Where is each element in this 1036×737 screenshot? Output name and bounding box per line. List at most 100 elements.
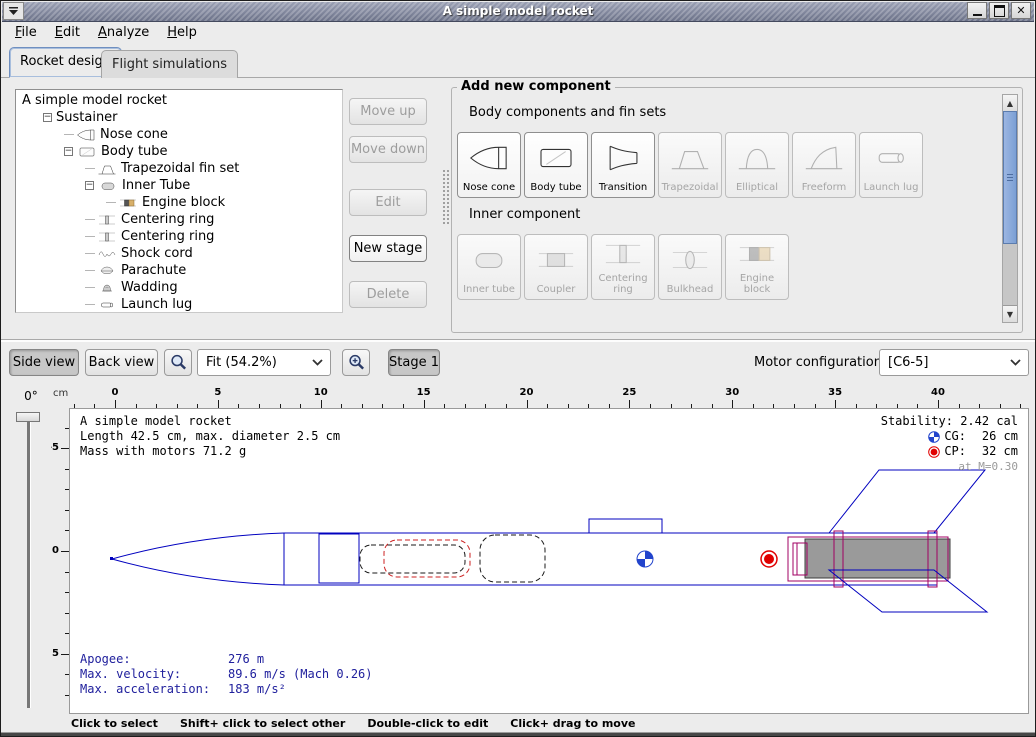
tree-item-label: Engine block [142, 195, 225, 210]
v-ruler-label: -5 [51, 442, 59, 453]
tree-item-engine-block[interactable]: Engine block [16, 194, 342, 211]
title-bar[interactable]: A simple model rocket ✕ [2, 2, 1034, 22]
cg-row: CG: 26 cm [881, 429, 1018, 444]
v-ruler-label: 0 [52, 545, 59, 556]
cp-symbol [761, 551, 777, 567]
tree-item-launch-lug[interactable]: Launch lug [16, 296, 342, 313]
component-freeform-button: Freeform [792, 132, 856, 198]
tab-flight-simulations[interactable]: Flight simulations [101, 50, 238, 78]
menu-file[interactable]: File [6, 23, 46, 42]
nose-shoulder-outline[interactable] [319, 534, 359, 583]
nose-cone-outline[interactable] [110, 533, 284, 585]
component-transition-button[interactable]: Transition [591, 132, 655, 198]
wadding-outline[interactable] [480, 535, 545, 582]
tree-item-sustainer[interactable]: −Sustainer [16, 109, 342, 126]
component-button-label: Coupler [537, 284, 576, 295]
status-hint: Click+ drag to move [510, 717, 635, 730]
menu-bar: FileEditAnalyzeHelp [2, 21, 1034, 43]
tree-item-wadding[interactable]: Wadding [16, 279, 342, 296]
menu-edit[interactable]: Edit [46, 23, 89, 42]
expander-minus-icon[interactable]: − [85, 181, 94, 190]
tree-item-label: Parachute [121, 263, 186, 278]
stage-1-toggle[interactable]: Stage 1 [388, 349, 440, 376]
fin-free-icon [793, 133, 855, 182]
cg-symbol [637, 551, 653, 567]
component-bulkhead-button: Bulkhead [658, 234, 722, 300]
h-ruler-label: 25 [622, 387, 636, 398]
zoom-level-combobox[interactable]: Fit (54.2%) [197, 349, 331, 376]
minimize-button[interactable] [967, 2, 987, 19]
menu-analyze[interactable]: Analyze [89, 23, 158, 42]
component-nose-cone-button[interactable]: Nose cone [457, 132, 521, 198]
launch-lug-outline[interactable] [589, 519, 662, 533]
rotation-slider-handle[interactable] [16, 412, 40, 422]
fin-top-outline[interactable] [829, 470, 985, 533]
split-pane-handle[interactable] [442, 169, 450, 225]
tree-item-parachute[interactable]: Parachute [16, 262, 342, 279]
app-window: A simple model rocket ✕ FileEditAnalyzeH… [0, 0, 1036, 737]
tree-item-body-tube[interactable]: −Body tube [16, 143, 342, 160]
nose-cone-icon [76, 128, 96, 142]
shock-cord-outline[interactable] [360, 545, 465, 573]
tree-item-centering-ring[interactable]: Centering ring [16, 228, 342, 245]
component-inner-tube-button: Inner tube [457, 234, 521, 300]
rotation-angle-label: 0° [17, 389, 45, 403]
maximize-button[interactable] [989, 2, 1009, 19]
tree-item-label: Launch lug [121, 297, 192, 312]
inner-component-label: Inner component [469, 207, 580, 222]
tree-item-trapezoidal-fin-set[interactable]: Trapezoidal fin set [16, 160, 342, 177]
tree-item-label: A simple model rocket [22, 93, 167, 108]
scrollbar-thumb[interactable] [1003, 111, 1017, 244]
close-button[interactable]: ✕ [1011, 2, 1031, 19]
parachute-outline[interactable] [384, 540, 470, 577]
tree-item-label: Centering ring [121, 229, 214, 244]
tree-item-label: Nose cone [100, 127, 168, 142]
inner-components-row: Inner tubeCouplerCentering ringBulkheadE… [457, 234, 789, 300]
tree-item-label: Inner Tube [122, 178, 190, 193]
rocket-figure-canvas[interactable]: A simple model rocket Length 42.5 cm, ma… [69, 408, 1029, 714]
shock-cord-icon [97, 247, 117, 261]
tree-item-centering-ring[interactable]: Centering ring [16, 211, 342, 228]
tree-item-a-simple-model-rocket[interactable]: A simple model rocket [16, 92, 342, 109]
component-panel-scrollbar[interactable]: ▲ ▼ [1002, 94, 1018, 323]
fin-trap-icon [659, 133, 721, 182]
back-view-button[interactable]: Back view [85, 349, 158, 376]
menu-help[interactable]: Help [158, 23, 206, 42]
nose-cone-icon [458, 133, 520, 182]
tree-item-label: Sustainer [56, 110, 118, 125]
edit-button: Edit [349, 189, 427, 216]
magnifier-plus-icon [347, 353, 366, 372]
motor-configuration-combobox[interactable]: [C6-5] [879, 349, 1029, 376]
vertical-ruler: -505 [51, 408, 69, 714]
centering-ring-icon [592, 235, 654, 273]
scroll-up-button[interactable]: ▲ [1003, 95, 1017, 112]
motor-configuration-label: Motor configuration: [754, 355, 886, 370]
zoom-out-button[interactable] [164, 349, 192, 376]
rotation-slider-track[interactable] [27, 413, 31, 708]
tree-item-shock-cord[interactable]: Shock cord [16, 245, 342, 262]
flight-stat-max-acceleration: Max. acceleration:183 m/s² [80, 682, 373, 697]
expander-minus-icon[interactable]: − [64, 147, 73, 156]
side-view-button[interactable]: Side view [9, 349, 79, 376]
component-centering-ring-button: Centering ring [591, 234, 655, 300]
new-stage-button[interactable]: New stage [349, 235, 427, 262]
chevron-down-icon [304, 359, 330, 366]
h-ruler-label: 40 [931, 387, 945, 398]
flight-stat-max-velocity: Max. velocity:89.6 m/s (Mach 0.26) [80, 667, 373, 682]
tree-item-inner-tube[interactable]: − Inner Tube [16, 177, 342, 194]
launch-lug-icon [860, 133, 922, 182]
expander-minus-icon[interactable]: − [43, 113, 52, 122]
component-body-tube-button[interactable]: Body tube [524, 132, 588, 198]
panel-separator [1, 339, 1036, 342]
parachute-icon [97, 264, 117, 278]
component-button-label: Freeform [802, 182, 847, 193]
transition-icon [592, 133, 654, 182]
component-trapezoidal-button: Trapezoidal [658, 132, 722, 198]
scroll-down-button[interactable]: ▼ [1003, 305, 1017, 322]
tree-item-nose-cone[interactable]: Nose cone [16, 126, 342, 143]
zoom-in-button[interactable] [342, 349, 370, 376]
coupler-icon [525, 235, 587, 284]
centering-ring-icon [97, 230, 117, 244]
close-icon: ✕ [1016, 5, 1025, 16]
component-button-label: Elliptical [736, 182, 778, 193]
